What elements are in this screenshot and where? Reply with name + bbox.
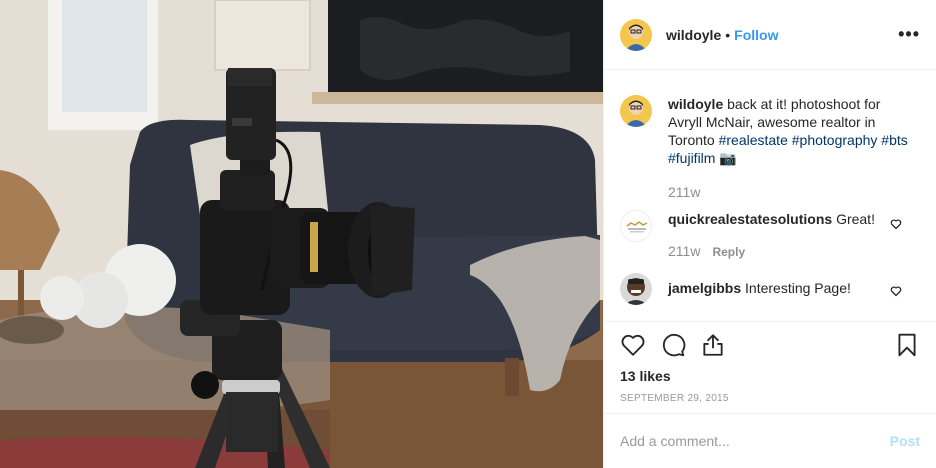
add-comment-input[interactable]: [620, 433, 890, 449]
comment-text: Great!: [836, 211, 875, 227]
comment-time[interactable]: 211w: [668, 243, 700, 259]
commenter-avatar-image: [620, 273, 652, 305]
post-photo[interactable]: [0, 0, 603, 468]
author-avatar-image: [620, 18, 652, 51]
comments-section: wildoyle back at it! photoshoot for Avry…: [604, 71, 936, 321]
bookmark-icon[interactable]: [894, 332, 920, 358]
caption-username[interactable]: wildoyle: [668, 96, 723, 112]
comment-username[interactable]: quickrealestatesolutions: [668, 211, 832, 227]
heart-icon[interactable]: [620, 332, 646, 358]
hashtag-realestate[interactable]: #realestate: [719, 132, 788, 148]
comment-icon[interactable]: [660, 332, 686, 358]
add-comment-bar: Post: [604, 413, 936, 468]
commenter-avatar[interactable]: [620, 210, 652, 242]
comment-body: jamelgibbs Interesting Page!: [668, 273, 898, 305]
caption: wildoyle back at it! photoshoot for Avry…: [620, 95, 920, 201]
header-separator: •: [725, 26, 731, 43]
caption-avatar-image: [620, 95, 652, 127]
action-icons-row: [620, 332, 920, 358]
reply-button[interactable]: Reply: [712, 245, 745, 259]
hashtag-photography[interactable]: #photography: [792, 132, 878, 148]
likes-count[interactable]: 13 likes: [620, 368, 920, 384]
caption-meta: 211w: [668, 183, 908, 201]
comment-text-block: jamelgibbs Interesting Page!: [668, 279, 898, 297]
comment-text: Interesting Page!: [745, 280, 851, 296]
caption-avatar[interactable]: [620, 95, 652, 127]
commenter-avatar-image: [621, 211, 651, 241]
comment-like-heart-icon[interactable]: [890, 218, 902, 230]
camera-emoji-icon: 📷: [719, 150, 737, 166]
author-avatar[interactable]: [620, 18, 652, 51]
share-icon[interactable]: [700, 332, 726, 358]
caption-body: wildoyle back at it! photoshoot for Avry…: [668, 95, 908, 201]
commenter-avatar[interactable]: [620, 273, 652, 305]
camera-on-tripod-photo: [0, 0, 603, 468]
comment-item: jamelgibbs Interesting Page!: [620, 273, 920, 305]
hashtag-fujifilm[interactable]: #fujifilm: [668, 150, 715, 166]
more-options-icon[interactable]: •••: [898, 24, 920, 45]
caption-text-block: wildoyle back at it! photoshoot for Avry…: [668, 95, 908, 167]
post-comment-button[interactable]: Post: [890, 433, 920, 449]
comment-like-heart-icon[interactable]: [890, 285, 902, 297]
post-actions: 13 likes SEPTEMBER 29, 2015: [604, 321, 936, 413]
comment-text-block: quickrealestatesolutions Great!: [668, 210, 898, 228]
follow-button[interactable]: Follow: [734, 27, 778, 43]
comment-username[interactable]: jamelgibbs: [668, 280, 741, 296]
post-side-panel: wildoyle • Follow ••• wildoyle back at i…: [603, 0, 936, 468]
author-username[interactable]: wildoyle: [666, 27, 721, 43]
comment-body: quickrealestatesolutions Great! 211w Repl…: [668, 210, 898, 261]
post-header: wildoyle • Follow •••: [604, 0, 936, 70]
post-date[interactable]: SEPTEMBER 29, 2015: [620, 393, 920, 404]
caption-time[interactable]: 211w: [668, 184, 700, 200]
comment-meta: 211w Reply: [668, 242, 898, 261]
comment-item: quickrealestatesolutions Great! 211w Repl…: [620, 210, 920, 261]
hashtag-bts[interactable]: #bts: [881, 132, 907, 148]
